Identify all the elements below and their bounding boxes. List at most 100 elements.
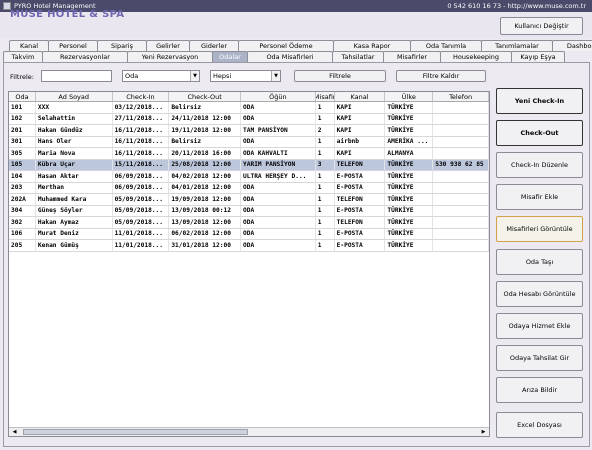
table-cell: ODA <box>241 228 316 239</box>
filter-field-select[interactable]: Oda ▼ <box>122 70 200 82</box>
filter-button[interactable]: Filtrele <box>294 70 386 82</box>
table-row[interactable]: 101 XXX 03/12/2018... Belirsiz ODA 1 KAPI TÜRKİ… <box>9 102 489 114</box>
scroll-right-icon[interactable]: ▶ <box>479 428 488 436</box>
table-row[interactable]: 104 Hasan Aktar 06/09/2018... 04/02/2018 12… <box>9 171 489 183</box>
tab-kanal[interactable]: Kanal <box>9 40 49 51</box>
tab-gelirler[interactable]: Gelirler <box>146 40 190 51</box>
table-cell: Güneş Söyler <box>36 205 113 216</box>
tab-giderler[interactable]: Giderler <box>189 40 239 51</box>
table-row[interactable]: 205 Kenan Gümüş 11/01/2018... 31/01/2018 12… <box>9 240 489 252</box>
table-row[interactable]: 305 Maria Nova 16/11/2018... 20/11/2018 16:… <box>9 148 489 160</box>
odaya-tahsilat-gir-button[interactable]: Odaya Tahsilat Gir <box>496 345 583 371</box>
tab-misafirler[interactable]: Misafirler <box>383 51 441 62</box>
table-row[interactable]: 203 Merthan 06/09/2018... 04/01/2018 12:00 O… <box>9 182 489 194</box>
table-cell: 203 <box>9 182 36 193</box>
check-out-button[interactable]: Check-Out <box>496 120 583 146</box>
tab-oda-tan-mla[interactable]: Oda Tanımla <box>410 40 482 51</box>
table-row[interactable]: 304 Güneş Söyler 05/09/2018... 13/09/2018 0… <box>9 205 489 217</box>
check-in-d-zenle-button[interactable]: Check-In Düzenle <box>496 152 583 178</box>
scroll-left-icon[interactable]: ◀ <box>10 428 19 436</box>
table-cell: 1 <box>316 136 335 147</box>
column-header[interactable]: Ülke <box>385 92 434 101</box>
table-cell: Murat Deniz <box>36 228 113 239</box>
filter-status-value: Hepsi <box>213 72 232 80</box>
table-cell: 05/09/2018... <box>113 194 170 205</box>
yeni-check-in-button[interactable]: Yeni Check-In <box>496 88 583 114</box>
table-cell: 202A <box>9 194 36 205</box>
column-header[interactable]: Check-In <box>113 92 170 101</box>
misafir-ekle-button[interactable]: Misafir Ekle <box>496 184 583 210</box>
table-row[interactable]: 201 Hakan Gündüz 16/11/2018... 19/11/2018 1… <box>9 125 489 137</box>
tab-kasa-rapor[interactable]: Kasa Rapor <box>333 40 411 51</box>
table-cell: 304 <box>9 205 36 216</box>
column-header[interactable]: Misafir <box>316 92 335 101</box>
table-cell: TÜRKİYE <box>385 217 434 228</box>
table-row[interactable]: 105 Kübra Uçar 15/11/2018... 25/08/2018 12:… <box>9 159 489 171</box>
table-cell: TÜRKİYE <box>385 102 434 113</box>
column-header[interactable]: Kanal <box>335 92 386 101</box>
table-cell: 06/09/2018... <box>113 182 170 193</box>
table-cell: ODA <box>241 113 316 124</box>
table-cell: ODA <box>241 205 316 216</box>
filter-field-value: Oda <box>125 72 139 80</box>
table-cell <box>433 171 489 182</box>
table-row[interactable]: 302 Hakan Aymaz 05/09/2018... 13/09/2018 12… <box>9 217 489 229</box>
tab-oda-misafirleri[interactable]: Oda Misafirleri <box>247 51 333 62</box>
tab-kay-p-e-ya[interactable]: Kayıp Eşya <box>511 51 565 62</box>
tab-tahsilatlar[interactable]: Tahsilatlar <box>332 51 384 62</box>
filter-text-input[interactable] <box>41 70 112 82</box>
tab-personel-deme[interactable]: Personel Ödeme <box>238 40 334 51</box>
tab-rezervasyonlar[interactable]: Rezervasyonlar <box>42 51 128 62</box>
table-row[interactable]: 202A Muhammed Kara 05/09/2018... 19/09/2018… <box>9 194 489 206</box>
horizontal-scrollbar[interactable]: ◀ ▶ <box>9 427 489 436</box>
table-cell: TÜRKİYE <box>385 228 434 239</box>
table-cell: KAPI <box>335 148 386 159</box>
column-header[interactable]: Telefon <box>433 92 489 101</box>
ar-za-bildir-button[interactable]: Arıza Bildir <box>496 377 583 403</box>
tab-sipari-[interactable]: Sipariş <box>97 40 147 51</box>
contact-info: 0 542 610 16 73 - http://www.muse.com.tr <box>447 2 586 10</box>
table-cell: 13/09/2018 00:12 <box>169 205 242 216</box>
odaya-hizmet-ekle-button[interactable]: Odaya Hizmet Ekle <box>496 313 583 339</box>
excel-dosyas--button[interactable]: Excel Dosyası <box>496 412 583 438</box>
tab-tan-mlamalar[interactable]: Tanımlamalar <box>481 40 553 51</box>
table-cell: 305 <box>9 148 36 159</box>
table-cell: E-POSTA <box>335 182 386 193</box>
scrollbar-thumb[interactable] <box>23 429 248 435</box>
table-cell: 102 <box>9 113 36 124</box>
clear-filter-button[interactable]: Filtre Kaldır <box>396 70 486 82</box>
misafirleri-g-r-nt-le-button[interactable]: Misafirleri Görüntüle <box>496 216 583 242</box>
table-cell: 13/09/2018 12:00 <box>169 217 242 228</box>
table-cell: 05/09/2018... <box>113 205 170 216</box>
table-cell: Kenan Gümüş <box>36 240 113 251</box>
table-cell: 11/01/2018... <box>113 228 170 239</box>
table-cell: Belirsiz <box>169 102 242 113</box>
tab-yeni-rezervasyon[interactable]: Yeni Rezervasyon <box>127 51 213 62</box>
column-header[interactable]: Öğün <box>241 92 316 101</box>
table-cell: TELEFON <box>335 159 386 170</box>
table-cell: E-POSTA <box>335 228 386 239</box>
oda-hesab-g-r-nt-le-button[interactable]: Oda Hesabı Görüntüle <box>496 281 583 307</box>
table-cell <box>433 228 489 239</box>
tab-odalar[interactable]: Odalar <box>212 51 248 62</box>
table-cell: 1 <box>316 228 335 239</box>
table-row[interactable]: 102 Selahattin 27/11/2018... 24/11/2018 12:… <box>9 113 489 125</box>
oda-ta--button[interactable]: Oda Taşı <box>496 249 583 275</box>
table-cell: 1 <box>316 113 335 124</box>
tab-personel[interactable]: Personel <box>48 40 98 51</box>
column-header[interactable]: Ad Soyad <box>36 92 113 101</box>
filter-status-select[interactable]: Hepsi ▼ <box>210 70 281 82</box>
table-row[interactable]: 301 Hans Oler 16/11/2018... Belirsiz ODA 1 air… <box>9 136 489 148</box>
table-cell: ODA <box>241 102 316 113</box>
table-cell: 06/02/2018 12:00 <box>169 228 242 239</box>
table-cell: YARIM PANSİYON <box>241 159 316 170</box>
column-header[interactable]: Check-Out <box>169 92 242 101</box>
table-cell: TAM PANSİYON <box>241 125 316 136</box>
table-row[interactable]: 106 Murat Deniz 11/01/2018... 06/02/2018 12… <box>9 228 489 240</box>
switch-user-button[interactable]: Kullanıcı Değiştir <box>500 17 583 35</box>
tab-dashboard[interactable]: Dashboard <box>552 40 592 51</box>
table-cell: Hakan Gündüz <box>36 125 113 136</box>
tab-housekeeping[interactable]: Housekeeping <box>440 51 512 62</box>
column-header[interactable]: Oda <box>9 92 36 101</box>
tab-takvim[interactable]: Takvim <box>3 51 43 62</box>
